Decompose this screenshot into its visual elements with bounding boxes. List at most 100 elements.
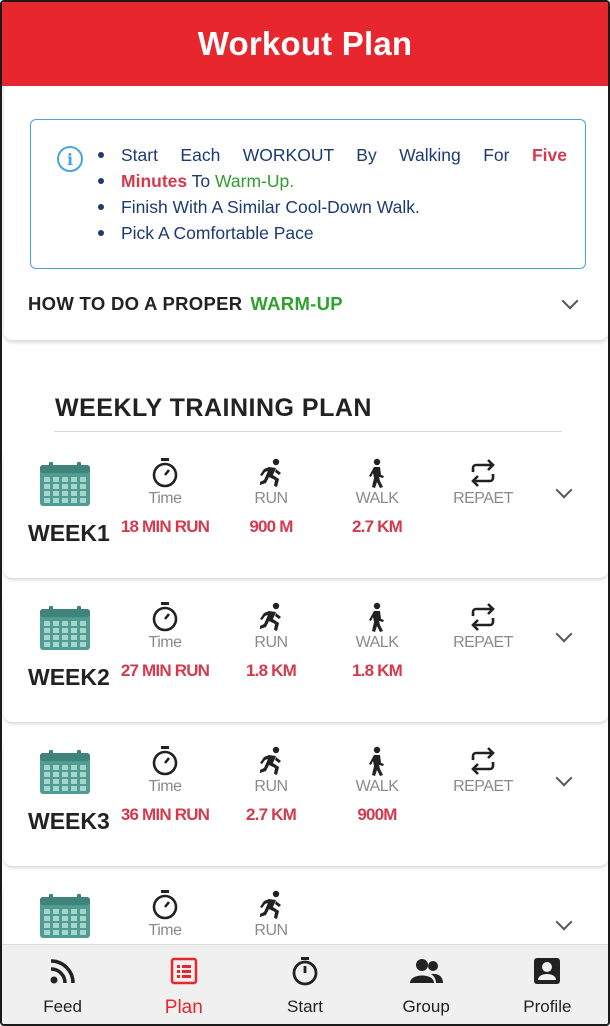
nav-profile-label: Profile — [523, 997, 572, 1016]
rss-icon — [49, 955, 77, 987]
nav-feed-label: Feed — [43, 997, 82, 1016]
running-icon — [216, 744, 326, 778]
stat-walk: WALK 900M — [322, 744, 432, 825]
chevron-down-icon[interactable] — [555, 913, 573, 931]
stat-repeat-value — [428, 661, 538, 681]
info-item-cooldown: Finish With A Similar Cool-Down Walk. — [97, 194, 567, 220]
nav-group-label: Group — [402, 997, 450, 1016]
stat-repeat-label: REPAET — [453, 490, 513, 507]
section-title: WEEKLY TRAINING PLAN — [55, 394, 372, 422]
stat-run-value: 900 M — [249, 517, 293, 536]
stat-time-label: Time — [148, 778, 182, 795]
stat-walk-value: 1.8 KM — [352, 661, 403, 680]
stat-time: Time 18 MIN RUN — [110, 456, 220, 537]
calendar-icon — [40, 894, 90, 938]
stat-repeat-value — [428, 805, 538, 825]
section-divider — [54, 431, 562, 432]
stat-time-label: Time — [148, 634, 182, 651]
page-title: Workout Plan — [197, 25, 413, 62]
stopwatch-icon — [110, 744, 220, 778]
stat-time-label: Time — [148, 922, 182, 939]
walking-icon — [322, 600, 432, 634]
stat-repeat: REPAET — [428, 600, 538, 681]
nav-plan-label: Plan — [164, 997, 203, 1018]
stat-time-label: Time — [148, 490, 182, 507]
chevron-down-icon[interactable] — [555, 769, 573, 787]
stopwatch-icon — [110, 456, 220, 490]
stat-time: Time 27 MIN RUN — [110, 600, 220, 681]
stat-run-label: RUN — [254, 778, 288, 795]
week-label: WEEK3 — [28, 808, 110, 834]
stat-walk-value: 900M — [357, 805, 397, 824]
week-label: WEEK1 — [28, 520, 110, 546]
bottom-nav: Feed Plan Start Group Profile — [2, 944, 608, 1024]
stat-repeat-label: REPAET — [453, 778, 513, 795]
stat-time-value: 27 MIN RUN — [120, 661, 210, 680]
stat-time: Time 36 MIN RUN — [110, 744, 220, 825]
stat-run-label: RUN — [254, 490, 288, 507]
warmup-expander[interactable]: HOW TO DO A PROPER WARM-UP — [28, 286, 584, 322]
info-highlight-minutes: Minutes — [121, 171, 188, 191]
stat-run-label: RUN — [254, 634, 288, 651]
nav-plan[interactable]: Plan — [129, 945, 239, 1024]
stat-repeat-value — [428, 517, 538, 537]
running-icon — [216, 600, 326, 634]
running-icon — [216, 456, 326, 490]
stat-run-value: 1.8 KM — [246, 661, 297, 680]
stat-run-value: 2.7 KM — [246, 805, 297, 824]
stat-walk: WALK 2.7 KM — [322, 456, 432, 537]
nav-group[interactable]: Group — [371, 945, 481, 1024]
info-highlight-five: Five — [531, 145, 567, 165]
week-card[interactable]: WEEK2 Time 27 MIN RUN RUN 1.8 KM WALK 1.… — [4, 594, 608, 722]
stat-walk-label: WALK — [355, 490, 399, 507]
stopwatch-icon — [290, 955, 320, 987]
app-header: Workout Plan — [2, 2, 608, 86]
repeat-icon — [428, 600, 538, 634]
stopwatch-icon — [110, 600, 220, 634]
repeat-icon — [428, 456, 538, 490]
stopwatch-icon — [110, 888, 220, 922]
group-icon — [409, 955, 444, 987]
stat-walk-label: WALK — [355, 778, 399, 795]
calendar-icon — [40, 606, 90, 650]
profile-icon — [533, 955, 561, 987]
nav-profile[interactable]: Profile — [492, 945, 602, 1024]
calendar-icon — [40, 750, 90, 794]
info-item-continued: Minutes To Warm-Up. — [97, 168, 567, 194]
stat-time-value: 18 MIN RUN — [120, 517, 210, 536]
info-text: Start Each WORKOUT By Walking For — [121, 145, 510, 165]
app-frame: Workout Plan i Start Each WORKOUT By Wal… — [0, 0, 610, 1026]
info-item-pace: Pick A Comfortable Pace — [97, 220, 567, 246]
stat-walk: WALK 1.8 KM — [322, 600, 432, 681]
week-card[interactable]: WEEK1 Time 18 MIN RUN RUN 900 M WALK 2.7… — [4, 450, 608, 578]
stat-run-label: RUN — [254, 922, 288, 939]
stat-repeat-label: REPAET — [453, 634, 513, 651]
nav-feed[interactable]: Feed — [8, 945, 118, 1024]
chevron-down-icon[interactable] — [561, 292, 579, 310]
info-box: i Start Each WORKOUT By Walking For Five… — [30, 119, 586, 269]
info-list: Start Each WORKOUT By Walking For Five M… — [97, 142, 567, 246]
walking-icon — [322, 456, 432, 490]
list-icon — [170, 955, 198, 987]
chevron-down-icon[interactable] — [555, 625, 573, 643]
stat-walk-value: 2.7 KM — [352, 517, 403, 536]
warmup-label: HOW TO DO A PROPER — [28, 293, 243, 314]
warmup-info-card: i Start Each WORKOUT By Walking For Five… — [4, 86, 608, 340]
stat-repeat: REPAET — [428, 456, 538, 537]
repeat-icon — [428, 744, 538, 778]
info-text: To — [191, 171, 211, 191]
stat-run: RUN 900 M — [216, 456, 326, 537]
stat-walk-label: WALK — [355, 634, 399, 651]
info-item-start: Start Each WORKOUT By Walking For Five — [97, 142, 567, 168]
warmup-title: HOW TO DO A PROPER WARM-UP — [28, 293, 343, 315]
week-label: WEEK2 — [28, 664, 110, 690]
stat-repeat: REPAET — [428, 744, 538, 825]
running-icon — [216, 888, 326, 922]
stat-run: RUN 2.7 KM — [216, 744, 326, 825]
nav-start[interactable]: Start — [250, 945, 360, 1024]
nav-start-label: Start — [287, 997, 323, 1016]
week-card[interactable]: WEEK3 Time 36 MIN RUN RUN 2.7 KM WALK 90… — [4, 738, 608, 866]
calendar-icon — [40, 462, 90, 506]
chevron-down-icon[interactable] — [555, 481, 573, 499]
info-highlight-warmup: Warm-Up. — [215, 171, 295, 191]
